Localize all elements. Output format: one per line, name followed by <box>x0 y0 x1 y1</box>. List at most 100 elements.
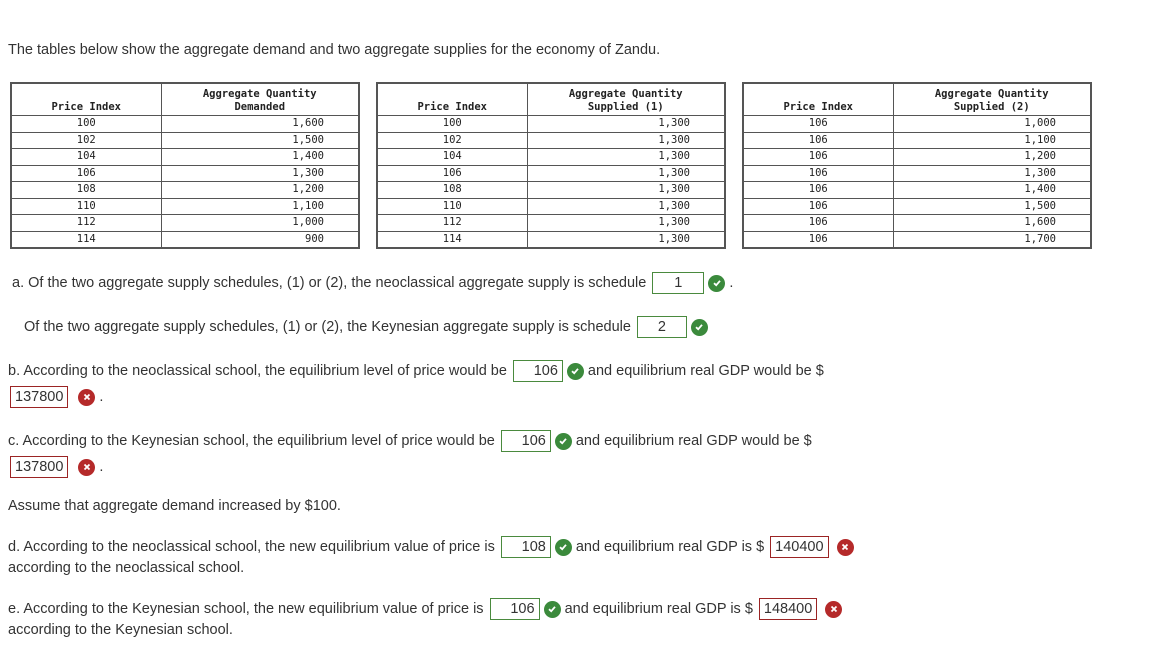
quantity-cell: 1,500 <box>160 131 360 149</box>
price-index-cell: 100 <box>376 115 528 133</box>
price-index-cell: 106 <box>742 115 894 133</box>
price-index-cell: 114 <box>376 230 528 249</box>
price-index-cell: 108 <box>376 181 528 199</box>
table-row: 106 1,300 <box>10 164 360 182</box>
question-b-gdp: 137800 . <box>10 386 103 408</box>
quantity-cell: 900 <box>160 230 360 249</box>
answer-input-a1[interactable]: 1 <box>652 272 705 294</box>
table-row: 106 1,000 <box>742 115 1092 133</box>
table-row: 110 1,100 <box>10 197 360 215</box>
question-text: b. According to the neoclassical school,… <box>8 363 507 379</box>
price-index-cell: 114 <box>10 230 162 249</box>
question-c-gdp: 137800 . <box>10 456 103 478</box>
table-row: 106 1,300 <box>376 164 726 182</box>
price-index-cell: 106 <box>742 214 894 232</box>
table-row: 108 1,300 <box>376 181 726 199</box>
quantity-cell: 1,300 <box>160 164 360 182</box>
quantity-cell: 1,000 <box>160 214 360 232</box>
table-row: 108 1,200 <box>10 181 360 199</box>
quantity-cell: 1,100 <box>892 131 1092 149</box>
answer-input-a2[interactable]: 2 <box>636 316 687 338</box>
table-row: 106 1,100 <box>742 131 1092 149</box>
price-index-cell: 106 <box>10 164 162 182</box>
column-header-quantity: Aggregate Quantity Demanded <box>160 82 360 116</box>
price-index-cell: 110 <box>10 197 162 215</box>
quantity-cell: 1,500 <box>892 197 1092 215</box>
intro-text: The tables below show the aggregate dema… <box>8 42 661 58</box>
quantity-cell: 1,700 <box>892 230 1092 249</box>
quantity-cell: 1,200 <box>160 181 360 199</box>
question-c: c. According to the Keynesian school, th… <box>8 430 812 452</box>
price-index-cell: 106 <box>742 148 894 166</box>
question-text: e. According to the Keynesian school, th… <box>8 601 484 617</box>
answer-input-b-gdp[interactable]: 137800 <box>10 386 69 408</box>
correct-check-icon <box>543 600 561 618</box>
correct-check-icon <box>690 318 708 336</box>
answer-input-d-price[interactable]: 108 <box>500 536 551 558</box>
question-text: d. According to the neoclassical school,… <box>8 539 495 555</box>
price-index-cell: 106 <box>742 230 894 249</box>
price-index-cell: 112 <box>376 214 528 232</box>
incorrect-x-icon <box>78 458 96 476</box>
quantity-cell: 1,400 <box>892 181 1092 199</box>
quantity-cell: 1,400 <box>160 148 360 166</box>
price-index-cell: 106 <box>742 131 894 149</box>
answer-input-d-gdp[interactable]: 140400 <box>770 536 829 558</box>
price-index-cell: 102 <box>10 131 162 149</box>
table-row: 106 1,500 <box>742 197 1092 215</box>
answer-input-b-price[interactable]: 106 <box>512 360 563 382</box>
price-index-cell: 102 <box>376 131 528 149</box>
table-row: 104 1,300 <box>376 148 726 166</box>
question-a-keynesian: Of the two aggregate supply schedules, (… <box>24 316 712 338</box>
question-text: a. Of the two aggregate supply schedules… <box>12 275 647 291</box>
correct-check-icon <box>554 432 572 450</box>
price-index-cell: 110 <box>376 197 528 215</box>
price-index-cell: 112 <box>10 214 162 232</box>
answer-input-c-gdp[interactable]: 137800 <box>10 456 69 478</box>
quantity-cell: 1,100 <box>160 197 360 215</box>
answer-input-c-price[interactable]: 106 <box>500 430 551 452</box>
quantity-cell: 1,300 <box>526 148 726 166</box>
table-row: 106 1,600 <box>742 214 1092 232</box>
price-index-cell: 106 <box>742 197 894 215</box>
incorrect-x-icon <box>78 388 96 406</box>
table-row: 106 1,400 <box>742 181 1092 199</box>
quantity-cell: 1,300 <box>526 197 726 215</box>
table-row: 110 1,300 <box>376 197 726 215</box>
incorrect-x-icon <box>825 600 843 618</box>
aggregate-supply-1-table: Price Index Aggregate Quantity Supplied (… <box>376 82 726 249</box>
answer-input-e-gdp[interactable]: 148400 <box>758 598 818 620</box>
table-row: 112 1,000 <box>10 214 360 232</box>
table-row: 114 900 <box>10 230 360 249</box>
assumption-text: Assume that aggregate demand increased b… <box>8 498 341 514</box>
column-header-price-index: Price Index <box>742 82 894 116</box>
question-d: d. According to the neoclassical school,… <box>8 536 858 558</box>
price-index-cell: 106 <box>376 164 528 182</box>
table-row: 104 1,400 <box>10 148 360 166</box>
correct-check-icon <box>708 274 726 292</box>
column-header-quantity: Aggregate Quantity Supplied (1) <box>526 82 726 116</box>
correct-check-icon <box>566 362 584 380</box>
correct-check-icon <box>554 538 572 556</box>
answer-input-e-price[interactable]: 106 <box>489 598 540 620</box>
table-row: 106 1,700 <box>742 230 1092 249</box>
price-index-cell: 106 <box>742 181 894 199</box>
aggregate-supply-2-table: Price Index Aggregate Quantity Supplied (… <box>742 82 1092 249</box>
aggregate-demand-table: Price Index Aggregate Quantity Demanded 1… <box>10 82 360 249</box>
column-header-price-index: Price Index <box>376 82 528 116</box>
question-d-tail: according to the neoclassical school. <box>8 560 245 576</box>
incorrect-x-icon <box>836 538 854 556</box>
quantity-cell: 1,300 <box>526 214 726 232</box>
column-header-price-index: Price Index <box>10 82 162 116</box>
quantity-cell: 1,300 <box>526 181 726 199</box>
column-header-quantity: Aggregate Quantity Supplied (2) <box>892 82 1092 116</box>
question-text: c. According to the Keynesian school, th… <box>8 433 495 449</box>
question-text: Of the two aggregate supply schedules, (… <box>24 319 631 335</box>
quantity-cell: 1,200 <box>892 148 1092 166</box>
question-e-tail: according to the Keynesian school. <box>8 622 233 638</box>
price-index-cell: 108 <box>10 181 162 199</box>
table-row: 102 1,300 <box>376 131 726 149</box>
table-row: 100 1,300 <box>376 115 726 133</box>
question-b: b. According to the neoclassical school,… <box>8 360 824 382</box>
quantity-cell: 1,300 <box>526 115 726 133</box>
